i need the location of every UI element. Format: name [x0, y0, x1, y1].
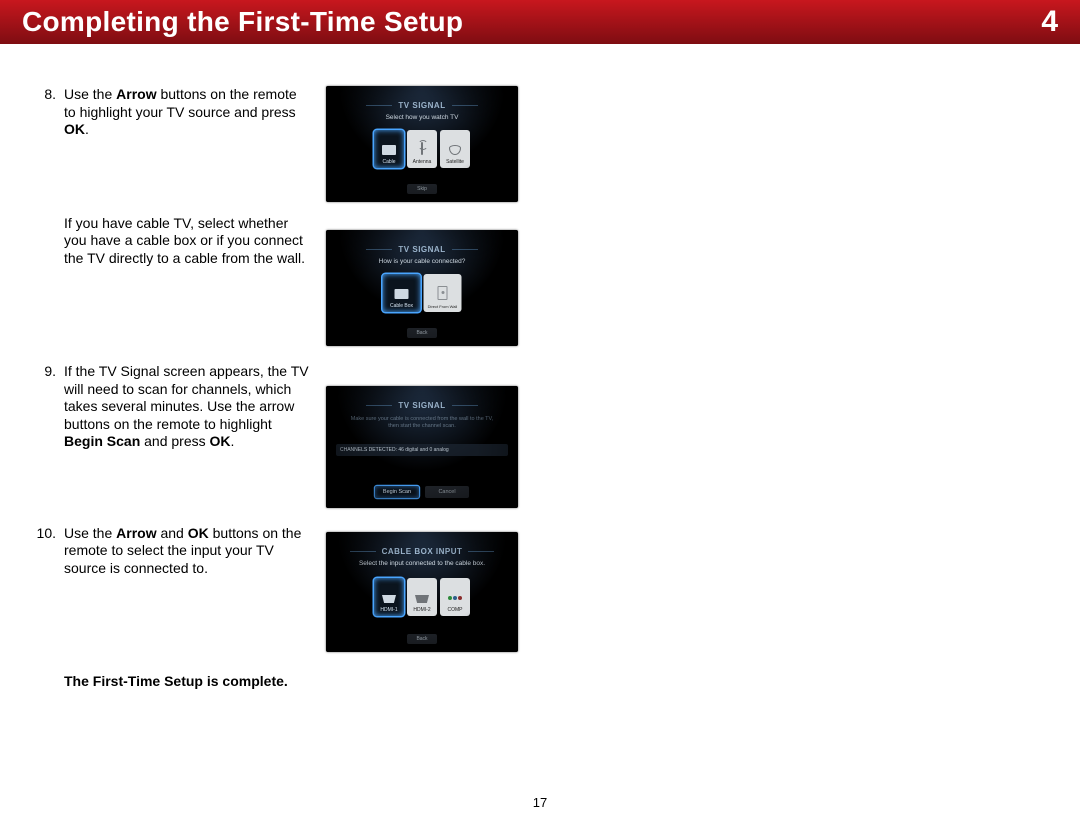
screen-title: TV SIGNAL [326, 101, 518, 110]
begin-scan-button: Begin Scan [375, 486, 419, 498]
cable-connection-screenshot: TV SIGNAL How is your cable connected? C… [326, 230, 518, 346]
page-title: Completing the First-Time Setup [22, 6, 463, 38]
step-number: 8. [36, 86, 60, 139]
screenshot-column: TV SIGNAL Select how you watch TV Cable … [326, 86, 518, 680]
cable-box-input-screenshot: CABLE BOX INPUT Select the input connect… [326, 532, 518, 652]
tv-signal-source-screenshot: TV SIGNAL Select how you watch TV Cable … [326, 86, 518, 202]
option-cable: Cable [374, 130, 404, 168]
step-text: Use the Arrow buttons on the remote to h… [60, 86, 310, 139]
option-cable-box: Cable Box [383, 274, 421, 312]
page-number: 17 [0, 795, 1080, 810]
screen-title: TV SIGNAL [326, 245, 518, 254]
step-text: Use the Arrow and OK buttons on the remo… [60, 525, 310, 578]
screen-subtitle: Select how you watch TV [326, 114, 518, 121]
channels-detected-bar: CHANNELS DETECTED: 46 digital and 0 anal… [336, 444, 508, 456]
option-satellite: Satellite [440, 130, 470, 168]
option-hdmi-1: HDMI-1 [374, 578, 404, 616]
back-button: Back [407, 634, 437, 644]
skip-button: Skip [407, 184, 437, 194]
step-text: If the TV Signal screen appears, the TV … [60, 363, 310, 451]
step-text: If you have cable TV, select whether you… [60, 215, 310, 268]
screen-subtitle: How is your cable connected? [326, 258, 518, 265]
step-number: 10. [36, 525, 60, 578]
screen-title: CABLE BOX INPUT [326, 547, 518, 556]
option-hdmi-2: HDMI-2 [407, 578, 437, 616]
option-antenna: Antenna [407, 130, 437, 168]
cancel-button: Cancel [425, 486, 469, 498]
chapter-number: 4 [1041, 5, 1058, 39]
step-number: 9. [36, 363, 60, 451]
option-direct-wall: Direct From Wall [424, 274, 462, 312]
option-comp: COMP [440, 578, 470, 616]
screen-subtitle: Select the input connected to the cable … [326, 560, 518, 567]
chapter-header: Completing the First-Time Setup 4 [0, 0, 1080, 44]
back-button: Back [407, 328, 437, 338]
page: Completing the First-Time Setup 4 8. Use… [0, 0, 1080, 834]
channel-scan-screenshot: TV SIGNAL Make sure your cable is connec… [326, 386, 518, 508]
step-number-blank [36, 215, 60, 268]
screen-subtitle: Make sure your cable is connected from t… [336, 416, 508, 430]
screen-title: TV SIGNAL [326, 401, 518, 410]
